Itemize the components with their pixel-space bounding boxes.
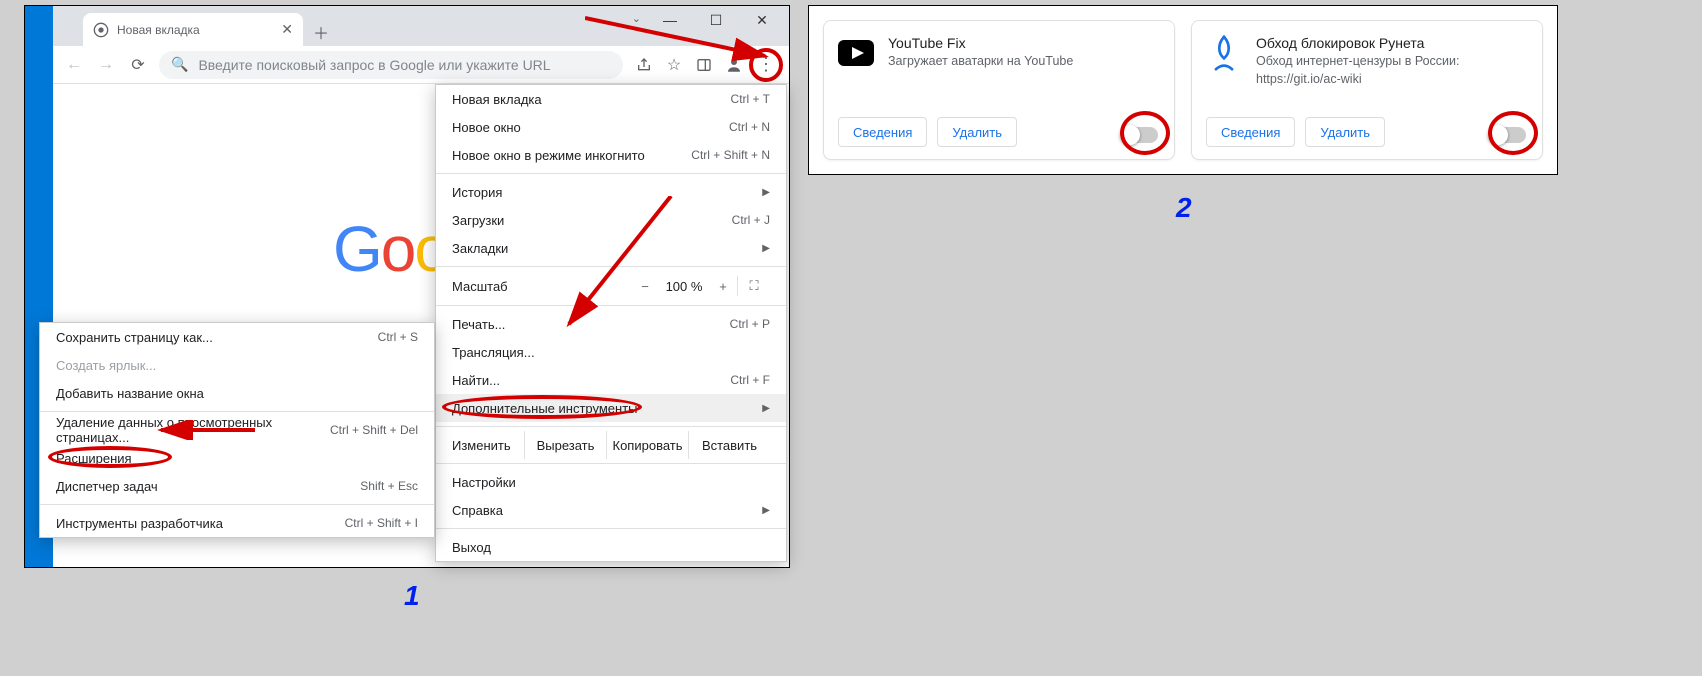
toggle-knob [1488, 125, 1508, 145]
menu-separator [436, 426, 786, 427]
toolbar: ← → ⟳ 🔍 Введите поисковый запрос в Googl… [53, 46, 789, 84]
forward-button[interactable]: → [91, 50, 121, 80]
menu-separator [436, 463, 786, 464]
submenu-task-manager[interactable]: Диспетчер задач Shift + Esc [40, 472, 434, 500]
search-icon: 🔍 [171, 56, 188, 73]
menu-separator [40, 504, 434, 505]
extension-card-youtube-fix: YouTube Fix Загружает аватарки на YouTub… [823, 20, 1175, 160]
submenu-name-window[interactable]: Добавить название окна [40, 379, 434, 407]
tab-title: Новая вкладка [117, 23, 200, 37]
menu-history[interactable]: История ▶ [436, 178, 786, 206]
extension-remove-button[interactable]: Удалить [937, 117, 1017, 147]
chevron-right-icon: ▶ [762, 187, 770, 198]
menu-separator [436, 173, 786, 174]
extension-desc: Обход интернет-цензуры в России: https:/… [1256, 53, 1506, 88]
chrome-main-menu: Новая вкладка Ctrl + T Новое окно Ctrl +… [435, 84, 787, 562]
reload-button[interactable]: ⟳ [123, 50, 153, 80]
profile-avatar-icon[interactable] [719, 50, 749, 80]
submenu-clear-data[interactable]: Удаление данных о просмотренных страница… [40, 416, 434, 444]
menu-zoom: Масштаб − 100 % + ⛶ [436, 271, 786, 301]
sidepanel-icon[interactable] [689, 50, 719, 80]
new-tab-button[interactable]: ＋ [313, 20, 329, 44]
extension-icon [838, 35, 874, 71]
zoom-out-button[interactable]: − [631, 279, 659, 294]
menu-new-tab[interactable]: Новая вкладка Ctrl + T [436, 85, 786, 113]
minimize-button[interactable]: — [647, 6, 693, 34]
tab-search-chevron-icon[interactable]: ⌄ [632, 12, 641, 25]
menu-downloads[interactable]: Загрузки Ctrl + J [436, 206, 786, 234]
menu-exit[interactable]: Выход [436, 533, 786, 561]
menu-cast[interactable]: Трансляция... [436, 338, 786, 366]
extension-toggle[interactable] [1490, 127, 1526, 143]
menu-help[interactable]: Справка ▶ [436, 496, 786, 524]
extension-desc: Загружает аватарки на YouTube [888, 53, 1073, 71]
menu-edit-row: Изменить Вырезать Копировать Вставить [436, 431, 786, 459]
menu-find[interactable]: Найти... Ctrl + F [436, 366, 786, 394]
submenu-create-shortcut[interactable]: Создать ярлык... [40, 351, 434, 379]
toggle-knob [1120, 125, 1140, 145]
chevron-right-icon: ▶ [762, 403, 770, 414]
close-window-button[interactable]: ✕ [739, 6, 785, 34]
chevron-right-icon: ▶ [762, 243, 770, 254]
close-tab-icon[interactable]: ✕ [281, 21, 293, 38]
menu-separator [40, 411, 434, 412]
extension-title: Обход блокировок Рунета [1256, 35, 1506, 51]
submenu-extensions[interactable]: Расширения [40, 444, 434, 472]
step-label-1: 1 [404, 580, 420, 612]
menu-new-window[interactable]: Новое окно Ctrl + N [436, 113, 786, 141]
extensions-panel: YouTube Fix Загружает аватарки на YouTub… [808, 5, 1558, 175]
extension-card-bypass-runet: Обход блокировок Рунета Обход интернет-ц… [1191, 20, 1543, 160]
zoom-in-button[interactable]: + [709, 279, 737, 294]
omnibox-placeholder: Введите поисковый запрос в Google или ук… [198, 57, 550, 73]
menu-separator [436, 305, 786, 306]
extension-details-button[interactable]: Сведения [1206, 117, 1295, 147]
more-tools-submenu: Сохранить страницу как... Ctrl + S Созда… [39, 322, 435, 538]
edit-cut-button[interactable]: Вырезать [524, 431, 606, 459]
chevron-right-icon: ▶ [762, 505, 770, 516]
omnibox[interactable]: 🔍 Введите поисковый запрос в Google или … [159, 51, 623, 79]
menu-more-tools[interactable]: Дополнительные инструменты ▶ [436, 394, 786, 422]
maximize-button[interactable]: ☐ [693, 6, 739, 34]
bookmark-star-icon[interactable]: ☆ [659, 50, 689, 80]
edit-paste-button[interactable]: Вставить [688, 431, 770, 459]
menu-settings[interactable]: Настройки [436, 468, 786, 496]
fullscreen-icon[interactable]: ⛶ [738, 278, 770, 294]
extension-icon [1206, 35, 1242, 71]
menu-separator [436, 266, 786, 267]
menu-separator [436, 528, 786, 529]
share-icon[interactable] [629, 50, 659, 80]
menu-print[interactable]: Печать... Ctrl + P [436, 310, 786, 338]
extension-title: YouTube Fix [888, 35, 1073, 51]
submenu-dev-tools[interactable]: Инструменты разработчика Ctrl + Shift + … [40, 509, 434, 537]
extension-toggle[interactable] [1122, 127, 1158, 143]
browser-tab[interactable]: Новая вкладка ✕ [83, 13, 303, 46]
tab-favicon-icon [93, 22, 109, 38]
extension-remove-button[interactable]: Удалить [1305, 117, 1385, 147]
edit-copy-button[interactable]: Копировать [606, 431, 688, 459]
tab-strip: Новая вкладка ✕ ＋ ⌄ — ☐ ✕ [53, 6, 789, 46]
back-button[interactable]: ← [59, 50, 89, 80]
menu-bookmarks[interactable]: Закладки ▶ [436, 234, 786, 262]
step-label-2: 2 [1176, 192, 1192, 224]
extension-details-button[interactable]: Сведения [838, 117, 927, 147]
window-controls: — ☐ ✕ [647, 6, 785, 34]
chrome-window: Новая вкладка ✕ ＋ ⌄ — ☐ ✕ ← → ⟳ 🔍 Введит… [24, 5, 790, 568]
submenu-save-page[interactable]: Сохранить страницу как... Ctrl + S [40, 323, 434, 351]
kebab-menu-button[interactable]: ⋮ [749, 48, 783, 82]
menu-incognito[interactable]: Новое окно в режиме инкогнито Ctrl + Shi… [436, 141, 786, 169]
zoom-value: 100 % [659, 279, 709, 294]
